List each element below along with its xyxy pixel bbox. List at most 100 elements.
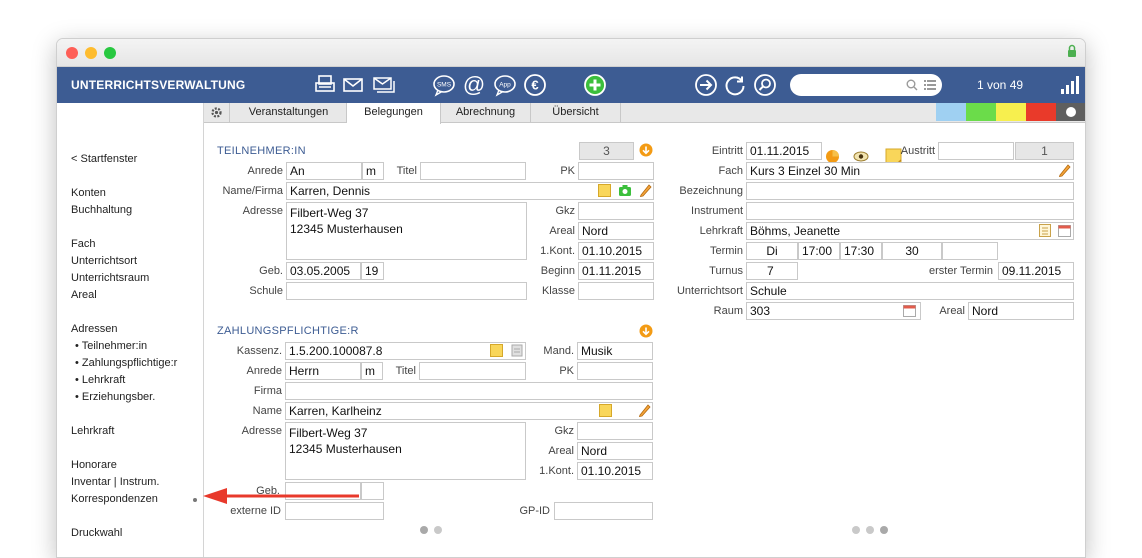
payer-firma-field[interactable] — [285, 382, 653, 400]
payer-pk-field[interactable] — [577, 362, 653, 380]
tab-abrechnung[interactable]: Abrechnung — [441, 103, 531, 123]
payer-mand-field[interactable]: Musik — [577, 342, 653, 360]
sidebar-item-erziehungsber[interactable]: • Erziehungsber. — [75, 391, 155, 403]
sidebar-item-honorare[interactable]: Honorare — [71, 459, 117, 471]
sidebar-item-lehrkraft[interactable]: Lehrkraft — [71, 425, 114, 437]
tab-belegungen[interactable]: Belegungen — [347, 103, 441, 124]
termin-minutes-field[interactable]: 30 — [882, 242, 942, 260]
payer-areal-field[interactable]: Nord — [577, 442, 653, 460]
fach-field[interactable]: Kurs 3 Einzel 30 Min — [746, 162, 1074, 180]
participant-anrede-field[interactable]: An — [286, 162, 362, 180]
participant-areal-field[interactable]: Nord — [578, 222, 654, 240]
bezeichnung-field[interactable] — [746, 182, 1074, 200]
edit-payer-icon[interactable] — [638, 403, 651, 417]
sidebar-item-unterrichtsort[interactable]: Unterrichtsort — [71, 255, 137, 267]
at-icon[interactable]: @ — [462, 73, 486, 97]
page-dot-5[interactable] — [880, 526, 888, 534]
edit-fach-icon[interactable] — [1058, 163, 1071, 177]
raum-field[interactable]: 303 — [746, 302, 921, 320]
color-swatch-2[interactable] — [966, 103, 996, 121]
sidebar-item-unterrichtsraum[interactable]: Unterrichtsraum — [71, 272, 149, 284]
sms-icon[interactable]: SMS — [432, 73, 456, 97]
sidebar-item-konten[interactable]: Konten — [71, 187, 106, 199]
expand-payer-icon[interactable] — [639, 324, 653, 338]
refresh-icon[interactable] — [723, 73, 747, 97]
forward-icon[interactable] — [694, 73, 718, 97]
color-swatch-1[interactable] — [936, 103, 966, 121]
participant-address-field[interactable]: Filbert-Weg 37 12345 Musterhausen — [286, 202, 527, 260]
settings-tab[interactable] — [204, 103, 230, 123]
kassenz-note-icon[interactable] — [490, 344, 503, 357]
list-icon[interactable] — [924, 79, 936, 91]
termin-end-field[interactable]: 17:30 — [840, 242, 882, 260]
eintritt-field[interactable]: 01.11.2015 — [746, 142, 822, 160]
search-input[interactable] — [790, 74, 942, 96]
sidebar-back-link[interactable]: < Startfenster — [71, 153, 137, 165]
participant-gkz-field[interactable] — [578, 202, 654, 220]
document-icon[interactable] — [511, 344, 523, 357]
payer-address-field[interactable]: Filbert-Weg 37 12345 Musterhausen — [285, 422, 526, 480]
participant-gender-field[interactable]: m — [362, 162, 384, 180]
page-dot-1[interactable] — [420, 526, 428, 534]
color-swatch-4[interactable] — [1026, 103, 1056, 121]
print-icon[interactable] — [313, 73, 337, 97]
sidebar-item-inventar[interactable]: Inventar | Instrum. — [71, 476, 159, 488]
termin-day-field[interactable]: Di — [746, 242, 798, 260]
page-dot-3[interactable] — [852, 526, 860, 534]
payer-gkz-field[interactable] — [577, 422, 653, 440]
zoom-window-button[interactable] — [104, 47, 116, 59]
lehrkraft-field[interactable]: Böhms, Jeanette — [746, 222, 1074, 240]
payer-kont-field[interactable]: 01.10.2015 — [577, 462, 653, 480]
participant-titel-field[interactable] — [420, 162, 526, 180]
payer-note-icon[interactable] — [599, 404, 612, 417]
lehrkraft-list-icon[interactable] — [1039, 224, 1051, 237]
sidebar-item-buchhaltung[interactable]: Buchhaltung — [71, 204, 132, 216]
participant-note-icon[interactable] — [598, 184, 611, 197]
sidebar-item-areal[interactable]: Areal — [71, 289, 97, 301]
raum-calendar-icon[interactable] — [903, 304, 916, 317]
erster-termin-field[interactable]: 09.11.2015 — [998, 262, 1074, 280]
edit-participant-icon[interactable] — [639, 183, 652, 197]
sidebar-item-lehrkraft-address[interactable]: • Lehrkraft — [75, 374, 125, 386]
participant-klasse-field[interactable] — [578, 282, 654, 300]
sidebar-item-druckwahl[interactable]: Druckwahl — [71, 527, 122, 539]
payer-name-field[interactable]: Karren, Karlheinz — [285, 402, 653, 420]
participant-pk-field[interactable] — [578, 162, 654, 180]
payer-gender-field[interactable]: m — [361, 362, 383, 380]
booking-areal-field[interactable]: Nord — [968, 302, 1074, 320]
search-icon[interactable] — [753, 73, 777, 97]
participant-birthdate-field[interactable]: 03.05.2005 — [286, 262, 361, 280]
lehrkraft-calendar-icon[interactable] — [1058, 224, 1071, 237]
payer-titel-field[interactable] — [419, 362, 526, 380]
expand-participant-icon[interactable] — [639, 143, 653, 157]
sidebar-item-zahlungspflichtige[interactable]: • Zahlungspflichtige:r — [75, 357, 177, 369]
participant-beginn-field[interactable]: 01.11.2015 — [578, 262, 654, 280]
gp-id-field[interactable] — [554, 502, 653, 520]
termin-extra-field[interactable] — [942, 242, 998, 260]
austritt-field[interactable] — [938, 142, 1014, 160]
instrument-field[interactable] — [746, 202, 1074, 220]
sidebar-item-korrespondenzen[interactable]: Korrespondenzen — [71, 493, 158, 505]
sidebar-item-adressen[interactable]: Adressen — [71, 323, 117, 335]
add-icon[interactable] — [583, 73, 607, 97]
tab-veranstaltungen[interactable]: Veranstaltungen — [231, 103, 347, 123]
turnus-field[interactable]: 7 — [746, 262, 798, 280]
close-window-button[interactable] — [66, 47, 78, 59]
minimize-window-button[interactable] — [85, 47, 97, 59]
sidebar-item-fach[interactable]: Fach — [71, 238, 95, 250]
participant-schule-field[interactable] — [286, 282, 527, 300]
payer-anrede-field[interactable]: Herrn — [285, 362, 361, 380]
participant-kont-field[interactable]: 01.10.2015 — [578, 242, 654, 260]
page-dot-2[interactable] — [434, 526, 442, 534]
mail-icon[interactable] — [341, 73, 365, 97]
sidebar-item-teilnehmer[interactable]: • Teilnehmer:in — [75, 340, 147, 352]
unterrichtsort-field[interactable]: Schule — [746, 282, 1074, 300]
page-dot-4[interactable] — [866, 526, 874, 534]
color-swatch-3[interactable] — [996, 103, 1026, 121]
euro-icon[interactable]: € — [523, 73, 547, 97]
color-swatch-5[interactable] — [1056, 103, 1085, 121]
app-icon[interactable]: App — [493, 73, 517, 97]
tab-uebersicht[interactable]: Übersicht — [531, 103, 621, 123]
camera-icon[interactable] — [618, 184, 632, 197]
termin-start-field[interactable]: 17:00 — [798, 242, 840, 260]
